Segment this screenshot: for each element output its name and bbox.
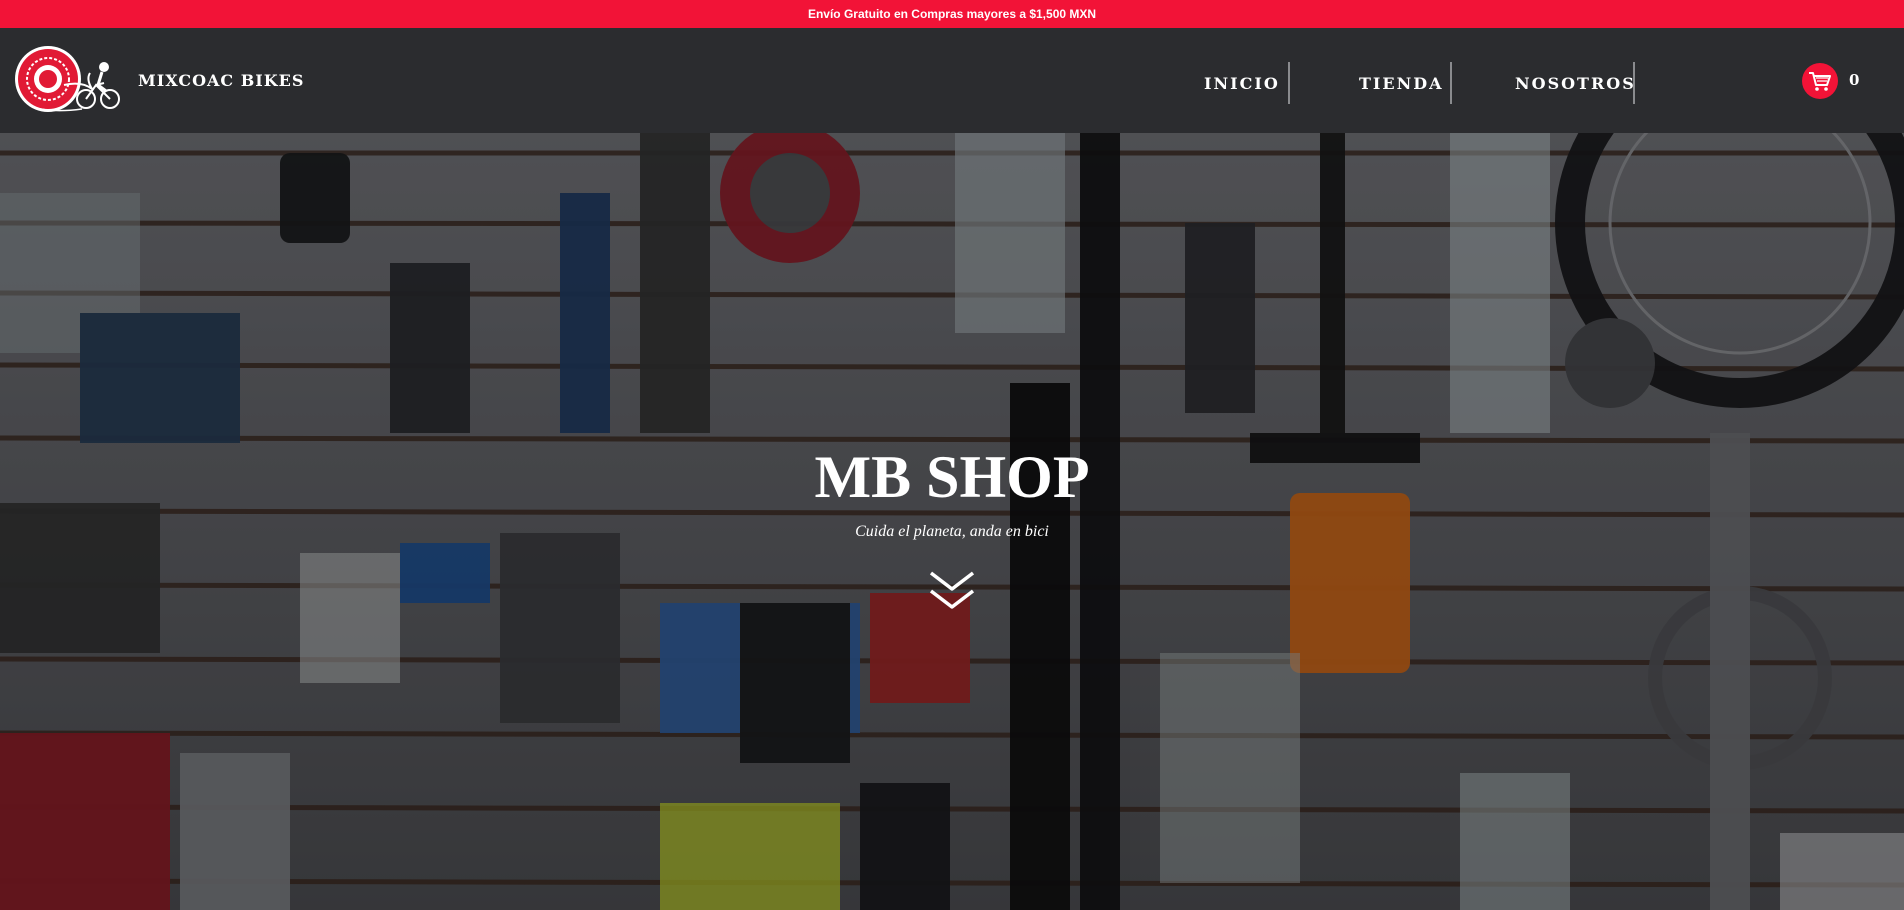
nav-divider (1288, 62, 1290, 104)
announcement-bar: Envío Gratuito en Compras mayores a $1,5… (0, 0, 1904, 28)
brand-name[interactable]: MIXCOAC BIKES (138, 71, 304, 90)
bike-logo-icon[interactable] (14, 45, 122, 113)
nav-divider (1633, 62, 1635, 104)
site-header: MIXCOAC BIKES INICIO TIENDA NOSOTROS 0 (0, 28, 1904, 133)
nav-tienda[interactable]: TIENDA (1359, 62, 1444, 104)
double-chevron-down-icon[interactable] (928, 569, 976, 613)
announcement-text: Envío Gratuito en Compras mayores a $1,5… (807, 7, 1097, 21)
nav-nosotros[interactable]: NOSOTROS (1515, 62, 1636, 104)
hero-title: MB SHOP (814, 444, 1090, 510)
cart-count: 0 (1849, 71, 1860, 89)
nav-inicio[interactable]: INICIO (1204, 62, 1280, 104)
hero-subtitle: Cuida el planeta, anda en bici (855, 523, 1049, 540)
shopping-cart-icon[interactable] (1802, 63, 1838, 99)
hero-overlay (0, 133, 1904, 910)
hero-section: MB SHOP Cuida el planeta, anda en bici (0, 133, 1904, 910)
nav-divider (1450, 62, 1452, 104)
